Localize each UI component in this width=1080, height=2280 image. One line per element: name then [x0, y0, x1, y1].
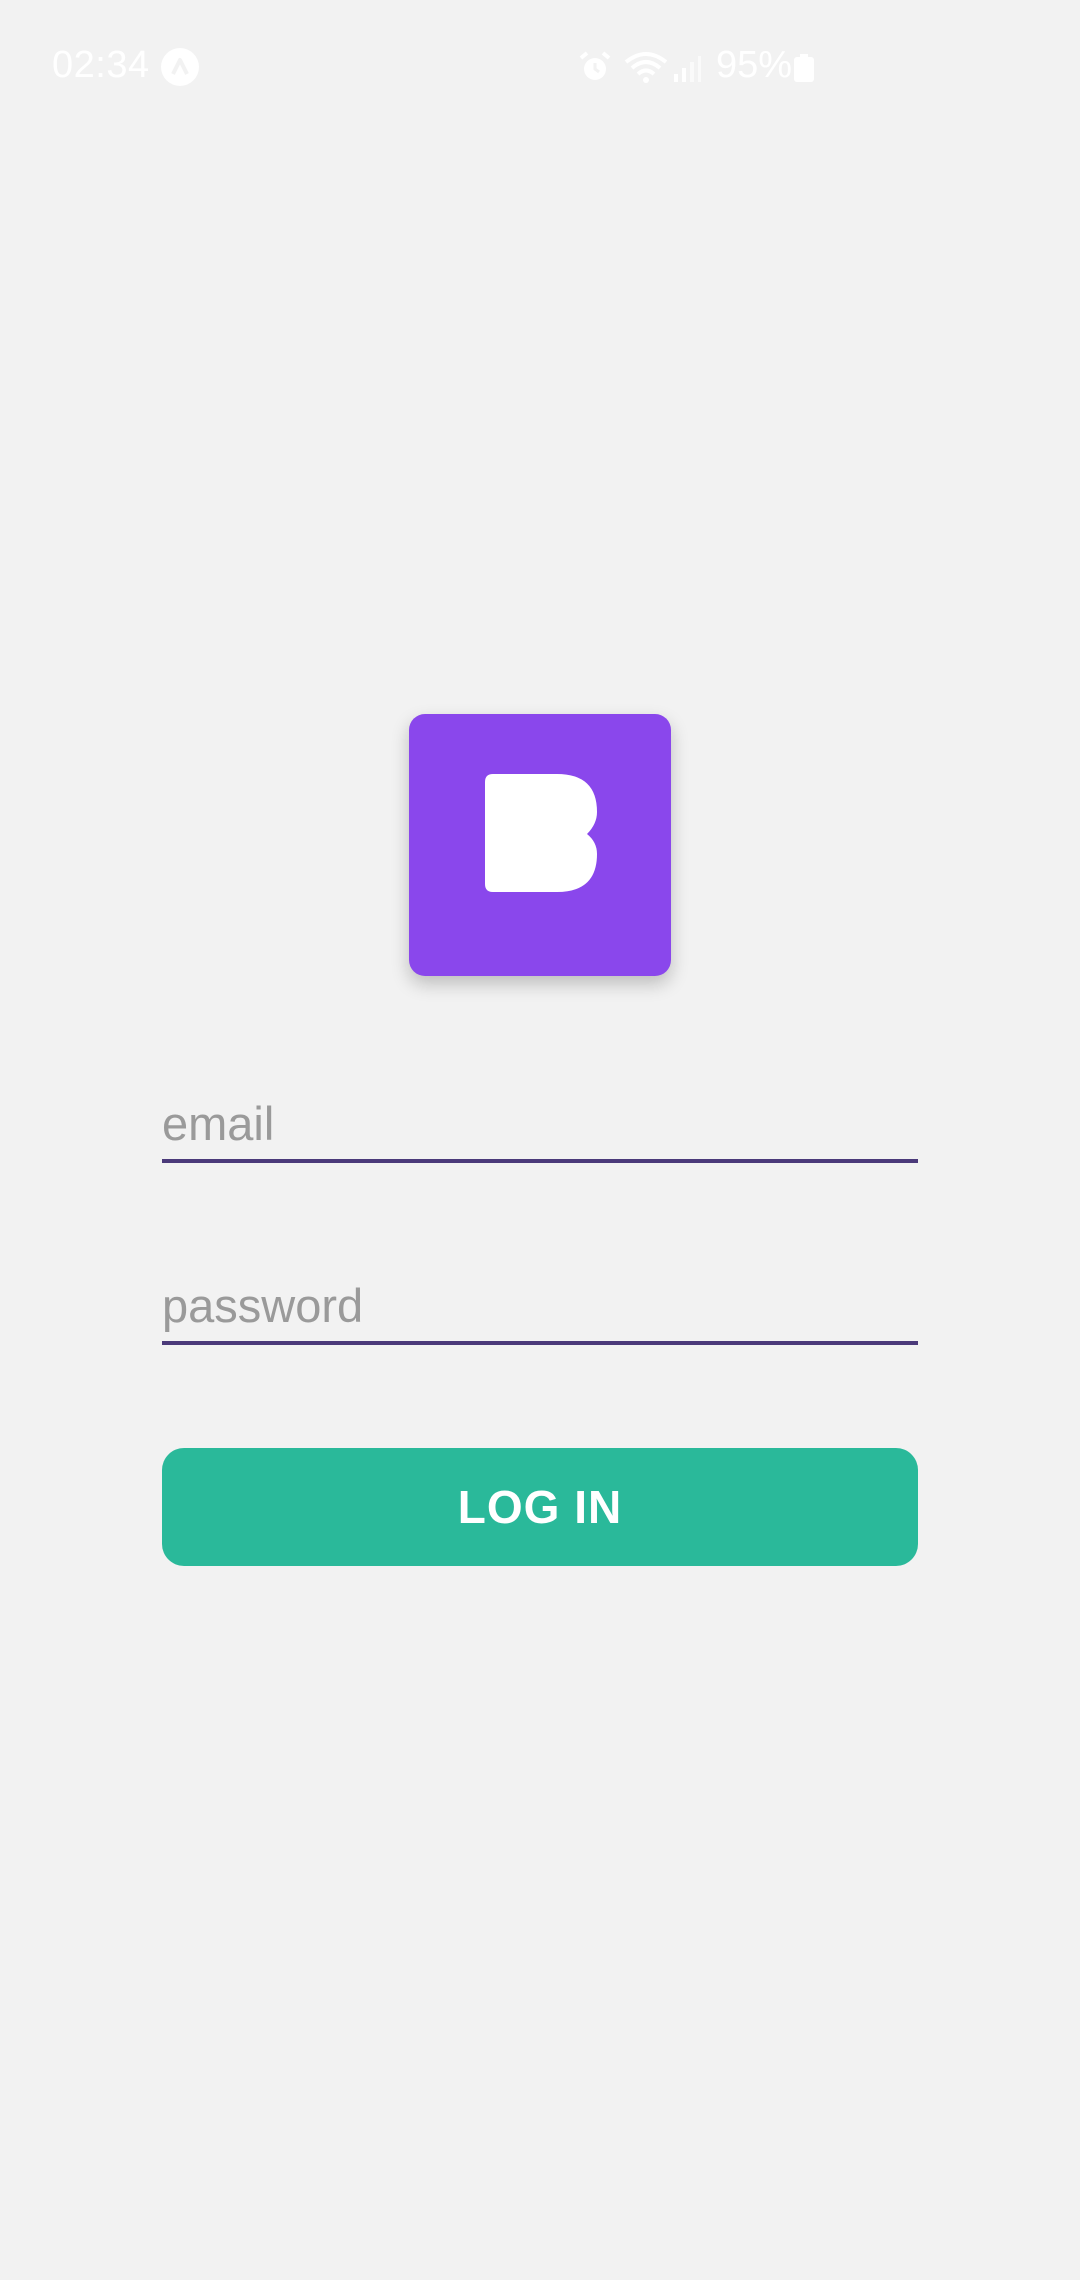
- wifi-icon: [624, 50, 668, 89]
- signal-icon: [672, 52, 702, 89]
- password-field[interactable]: [162, 1261, 918, 1345]
- email-field[interactable]: [162, 1079, 918, 1163]
- status-time: 02:34: [52, 44, 150, 86]
- login-button-label: LOG IN: [457, 1481, 623, 1533]
- status-icons: 95%: [578, 44, 818, 92]
- battery-percent: 95%: [716, 44, 793, 86]
- login-screen: 02:34 95% email LOG IN: [0, 0, 1080, 2280]
- app-logo: [409, 714, 671, 976]
- status-bar: 02:34 95%: [0, 0, 1080, 136]
- password-input[interactable]: [162, 1273, 918, 1337]
- email-input[interactable]: [162, 1091, 918, 1155]
- app-notification-icon: [161, 48, 199, 86]
- alarm-icon: [578, 50, 612, 89]
- b-logo-icon: [485, 774, 597, 892]
- battery-icon: [794, 54, 814, 87]
- login-button[interactable]: LOG IN: [162, 1448, 918, 1566]
